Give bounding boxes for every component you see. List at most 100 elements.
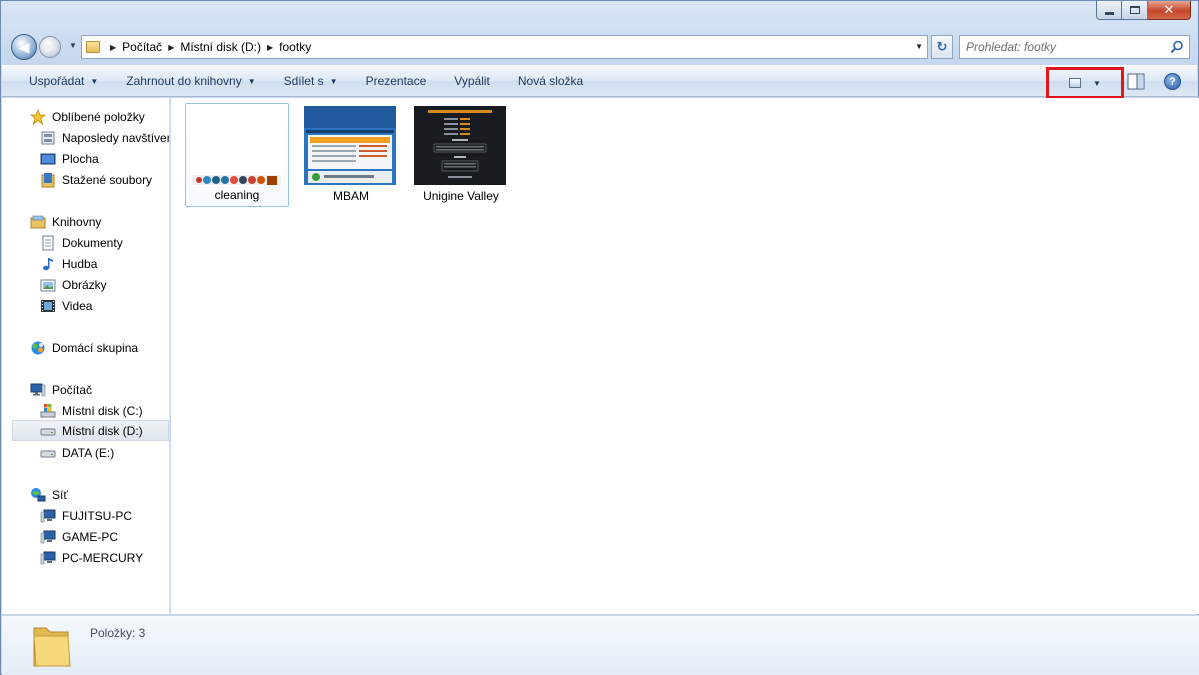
navigation-row: ◀ ▶ ▼ ▶ Počítač ▶ Místní disk (D:) ▶ foo…: [11, 33, 1190, 61]
close-icon: ✕: [1163, 2, 1175, 17]
share-button[interactable]: Sdílet s ▼: [270, 66, 352, 96]
chevron-down-icon[interactable]: ▼: [1093, 79, 1101, 88]
pictures-icon: [40, 279, 56, 291]
slideshow-button[interactable]: Prezentace: [352, 66, 441, 96]
forward-button[interactable]: ▶: [39, 36, 61, 58]
help-icon: ?: [1169, 75, 1176, 88]
drive-icon: [40, 428, 56, 435]
sidebar-item-label: Naposledy navštívené: [62, 130, 170, 145]
new-folder-label: Nová složka: [517, 74, 584, 88]
sidebar-item-homegroup[interactable]: Domácí skupina: [30, 337, 138, 358]
sidebar-item-pc-mercury[interactable]: PC-MERCURY: [40, 547, 143, 568]
breadcrumb-disk-d[interactable]: Místní disk (D:): [180, 40, 261, 54]
close-button[interactable]: ✕: [1148, 1, 1191, 20]
chevron-right-icon[interactable]: ▶: [110, 43, 116, 52]
sidebar-item-desktop[interactable]: Plocha: [40, 148, 99, 169]
file-item-mbam[interactable]: MBAM: [299, 103, 403, 207]
view-icon: [1069, 78, 1082, 88]
sidebar-item-network[interactable]: Síť: [30, 484, 68, 505]
sidebar-item-favorites[interactable]: Oblíbené položky: [30, 106, 145, 127]
chevron-right-icon[interactable]: ▶: [267, 43, 273, 52]
burn-button[interactable]: Vypálit: [440, 66, 504, 96]
breadcrumb-footky[interactable]: footky: [279, 40, 311, 54]
sidebar-item-music[interactable]: Hudba: [40, 253, 97, 274]
sidebar-item-label: PC-MERCURY: [62, 550, 144, 565]
sidebar-item-pictures[interactable]: Obrázky: [40, 274, 107, 295]
address-dropdown-icon[interactable]: ▼: [915, 42, 923, 51]
star-icon: [30, 108, 46, 125]
sidebar-item-libraries[interactable]: Knihovny: [30, 211, 101, 232]
maximize-button[interactable]: [1122, 1, 1148, 20]
sidebar-item-computer[interactable]: Počítač: [30, 379, 92, 400]
sidebar-item-label: Stažené soubory: [62, 172, 153, 187]
sidebar-item-label: Oblíbené položky: [52, 109, 145, 124]
documents-icon: [42, 235, 54, 250]
music-icon: [43, 257, 53, 270]
file-list[interactable]: cleaning MBAM Unigine Valley: [171, 98, 1199, 614]
organize-button[interactable]: Uspořádat ▼: [2, 66, 112, 96]
minimize-icon: [1104, 11, 1114, 15]
command-bar: Uspořádat ▼ Zahrnout do knihovny ▼ Sdílet …: [2, 65, 1197, 99]
sidebar-item-disk-e[interactable]: DATA (E:): [40, 442, 114, 463]
network-icon: [31, 487, 46, 501]
sidebar-item-label: Počítač: [52, 382, 93, 397]
sidebar-item-label: Hudba: [62, 256, 98, 271]
system-drive-icon: [40, 403, 56, 417]
file-item-unigine-valley[interactable]: Unigine Valley: [409, 103, 513, 207]
sidebar-item-label: Domácí skupina: [52, 340, 139, 355]
sidebar-item-label: Dokumenty: [62, 235, 123, 250]
homegroup-icon: [31, 341, 45, 354]
breadcrumb: ▶ Počítač ▶ Místní disk (D:) ▶ footky: [104, 40, 311, 54]
burn-label: Vypálit: [454, 74, 490, 88]
search-box: [959, 35, 1190, 59]
details-pane: Položky: 3: [2, 615, 1199, 675]
file-item-cleaning[interactable]: cleaning: [185, 103, 289, 207]
slideshow-label: Prezentace: [365, 74, 427, 88]
sidebar-item-label: Knihovny: [52, 214, 102, 229]
recent-places-icon: [41, 131, 55, 144]
navigation-pane: Oblíbené položky Naposledy navštívené Pl…: [2, 98, 170, 614]
change-view-button[interactable]: ▼: [1046, 67, 1124, 99]
refresh-button[interactable]: ↻: [931, 35, 953, 59]
new-folder-button[interactable]: Nová složka: [504, 66, 597, 96]
window-controls: ✕: [1096, 1, 1191, 20]
help-button[interactable]: ?: [1164, 73, 1181, 90]
share-label: Sdílet s: [283, 74, 324, 88]
chevron-right-icon[interactable]: ▶: [168, 43, 174, 52]
image-thumbnail: [191, 107, 283, 186]
refresh-icon: ↻: [936, 39, 948, 54]
folder-icon: [82, 37, 104, 57]
sidebar-item-disk-c[interactable]: Místní disk (C:): [40, 400, 143, 421]
file-name: cleaning: [214, 188, 260, 202]
address-bar[interactable]: ▶ Počítač ▶ Místní disk (D:) ▶ footky ▼: [81, 35, 928, 59]
sidebar-item-recent[interactable]: Naposledy navštívené: [40, 127, 170, 148]
minimize-button[interactable]: [1096, 1, 1122, 20]
sidebar-item-game-pc[interactable]: GAME-PC: [40, 526, 118, 547]
sidebar-item-disk-d[interactable]: Místní disk (D:): [12, 420, 169, 441]
back-button[interactable]: ◀: [11, 34, 37, 60]
include-library-button[interactable]: Zahrnout do knihovny ▼: [112, 66, 269, 96]
sidebar-item-documents[interactable]: Dokumenty: [40, 232, 123, 253]
network-computer-icon: [40, 509, 56, 522]
item-count: Položky: 3: [90, 626, 146, 640]
folder-icon: [33, 627, 71, 667]
file-name: Unigine Valley: [423, 189, 499, 203]
search-icon[interactable]: [1170, 40, 1184, 54]
sidebar-item-label: Plocha: [62, 151, 99, 166]
chevron-down-icon: ▼: [247, 76, 256, 86]
breadcrumb-computer[interactable]: Počítač: [122, 40, 162, 54]
explorer-window: ✕ ◀ ▶ ▼ ▶ Počítač ▶ Místní disk (D:) ▶ f…: [0, 0, 1199, 675]
downloads-folder-icon: [41, 172, 55, 187]
organize-label: Uspořádat: [29, 74, 85, 88]
sidebar-item-videos[interactable]: Videa: [40, 295, 92, 316]
sidebar-item-label: FUJITSU-PC: [62, 508, 132, 523]
forward-arrow-icon: ▶: [45, 40, 55, 54]
maximize-icon: [1129, 6, 1140, 14]
sidebar-item-downloads[interactable]: Stažené soubory: [40, 169, 152, 190]
image-thumbnail: [414, 106, 506, 185]
history-dropdown[interactable]: ▼: [69, 41, 77, 50]
preview-pane-icon[interactable]: [1127, 73, 1145, 90]
sidebar-item-fujitsu-pc[interactable]: FUJITSU-PC: [40, 505, 132, 526]
search-input[interactable]: [966, 40, 1166, 54]
network-computer-icon: [40, 551, 56, 564]
